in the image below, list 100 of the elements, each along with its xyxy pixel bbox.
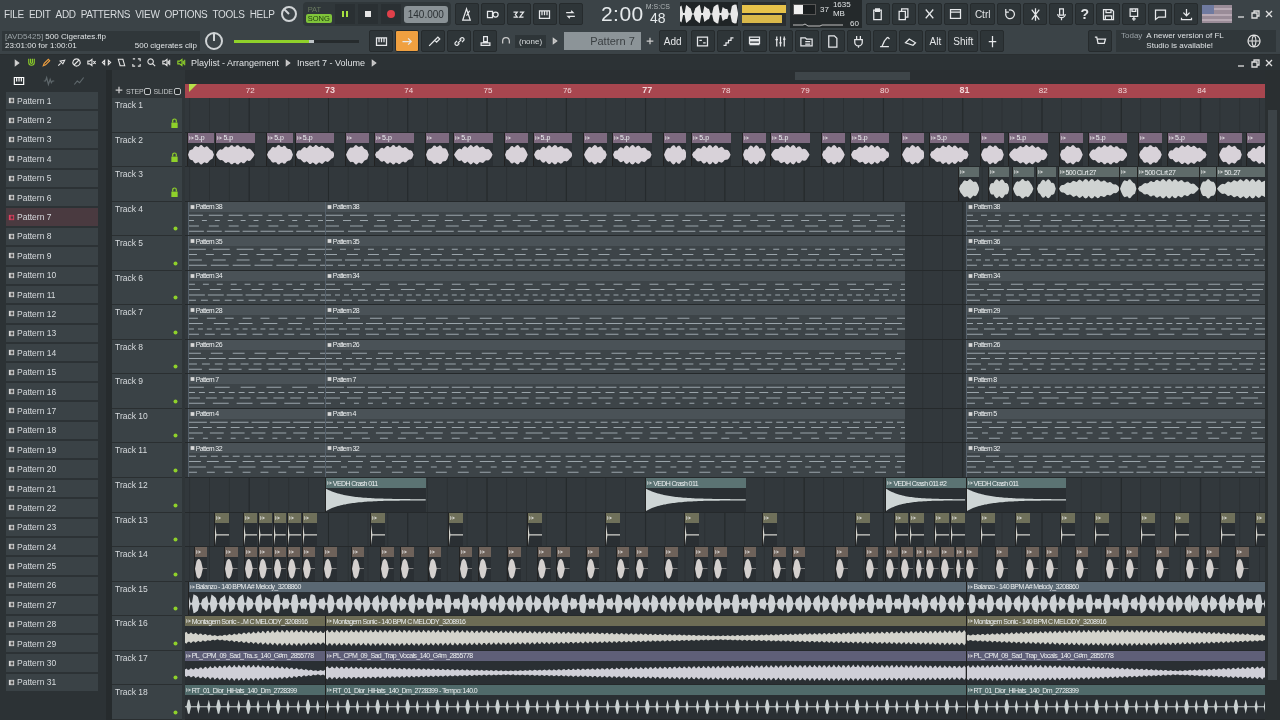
pattern-item[interactable]: Pattern 3	[6, 130, 98, 149]
bar-number: 72	[245, 86, 255, 96]
track-name: Track 12	[115, 480, 148, 490]
track-header[interactable]: Track 17	[112, 650, 182, 686]
pattern-name: Pattern 8	[17, 231, 52, 242]
pattern-item[interactable]: Pattern 11	[6, 285, 98, 304]
pattern-item[interactable]: Pattern 30	[6, 654, 98, 672]
pattern-item[interactable]: Pattern 26	[6, 576, 98, 595]
track-header[interactable]: Track 2	[112, 132, 182, 168]
track-name: Track 13	[115, 514, 148, 525]
project-id: [AVD5425]	[5, 32, 44, 41]
pattern-name: Pattern 17	[17, 405, 57, 416]
pattern-item[interactable]: Pattern 27	[6, 596, 98, 614]
pattern-name: Pattern 21	[17, 483, 57, 494]
pattern-item[interactable]: Pattern 25	[6, 557, 98, 575]
pattern-name: Pattern 25	[17, 561, 57, 572]
menu-item[interactable]: TOOLS	[212, 8, 245, 20]
pattern-item[interactable]: Pattern 17	[6, 402, 98, 420]
track-header[interactable]: Track 9	[112, 374, 182, 409]
pattern-item[interactable]: Pattern 23	[6, 518, 98, 536]
time-ruler[interactable]: 72 73 74 75 76 77 78 79 80 81 82 83 84	[185, 84, 1265, 98]
pattern-item[interactable]: Pattern 16	[6, 382, 98, 401]
pattern-dropdown[interactable]: (none)	[515, 34, 547, 48]
track-name: Track 11	[115, 445, 148, 456]
track-header[interactable]: Track 18	[112, 685, 182, 720]
menu-item[interactable]: PATTERNS	[80, 8, 131, 20]
bar-number: 78	[721, 86, 731, 96]
menu-item[interactable]: OPTIONS	[164, 8, 208, 20]
track-header[interactable]: Track 5	[112, 236, 182, 271]
track-name: Track 2	[115, 134, 144, 145]
track-name: Track 14	[115, 549, 148, 560]
pattern-item[interactable]: Pattern 15	[6, 363, 98, 381]
breadcrumb-link[interactable]: Insert 7 - Volume	[297, 57, 366, 68]
pattern-name: Pattern 18	[17, 425, 57, 436]
pattern-name: Pattern 22	[17, 502, 57, 513]
pattern-item[interactable]: Pattern 28	[6, 615, 98, 633]
menu-item[interactable]: EDIT	[28, 8, 51, 20]
memory-usage: 1635 MB	[832, 0, 852, 18]
pattern-name: Pattern 3	[17, 134, 52, 145]
track-header[interactable]: Track 12	[112, 478, 182, 513]
pattern-name: Pattern 14	[17, 347, 57, 358]
track-header[interactable]: Track 1	[112, 98, 182, 133]
voice-count: 37	[819, 4, 829, 14]
pattern-item[interactable]: Pattern 31	[6, 673, 98, 692]
pattern-name: Pattern 10	[17, 270, 57, 281]
track-header[interactable]: Track 14	[112, 547, 182, 582]
pattern-item[interactable]: Pattern 2	[6, 111, 98, 129]
pattern-name: Pattern 5	[17, 173, 52, 184]
track-header[interactable]: Track 8	[112, 339, 182, 375]
pattern-name: Pattern 9	[17, 250, 52, 261]
pattern-item[interactable]: Pattern 20	[6, 460, 98, 478]
pattern-item[interactable]: Pattern 9	[6, 247, 98, 265]
pattern-item[interactable]: Pattern 7	[6, 208, 98, 226]
menu-item[interactable]: ADD	[55, 8, 76, 20]
pattern-item[interactable]: Pattern 24	[6, 538, 98, 556]
track-name: Track 10	[115, 410, 148, 421]
shift-button[interactable]: Shift	[948, 30, 979, 52]
pattern-name: Pattern 6	[17, 192, 52, 203]
track-header[interactable]: Track 4	[112, 201, 182, 237]
track-header[interactable]: Track 11	[112, 443, 182, 478]
pattern-item[interactable]: Pattern 1	[6, 92, 98, 110]
pattern-item[interactable]: Pattern 22	[6, 499, 98, 517]
menu-item[interactable]: VIEW	[135, 8, 160, 20]
pattern-item[interactable]: Pattern 13	[6, 324, 98, 343]
track-header[interactable]: Track 15	[112, 581, 182, 617]
pattern-item[interactable]: Pattern 5	[6, 169, 98, 187]
pattern-item[interactable]: Pattern 8	[6, 227, 98, 246]
alt-button[interactable]: Alt	[924, 30, 947, 52]
pattern-item[interactable]: Pattern 29	[6, 634, 98, 653]
track-header[interactable]: Track 3	[112, 167, 182, 202]
ctrl-button[interactable]: Ctrl	[969, 3, 996, 25]
pattern-item[interactable]: Pattern 14	[6, 344, 98, 362]
news-panel[interactable]: Today A newer version of FL Studio is available!	[1116, 30, 1276, 52]
song-position: 23:01:00 for 1:00:01	[5, 41, 77, 50]
pattern-item[interactable]: Pattern 19	[6, 441, 98, 459]
pattern-item[interactable]: Pattern 4	[6, 150, 98, 168]
track-header[interactable]: Track 13	[112, 512, 182, 548]
track-header[interactable]: Track 10	[112, 408, 182, 444]
news-date: Today	[1121, 31, 1143, 41]
track-header[interactable]: Track 7	[112, 305, 182, 340]
help-button[interactable]: ?	[1075, 3, 1094, 25]
pattern-item[interactable]: Pattern 10	[6, 266, 98, 284]
pattern-name: Pattern 30	[17, 658, 57, 668]
pattern-item[interactable]: Pattern 6	[6, 188, 98, 207]
add-button[interactable]: Add	[658, 30, 687, 52]
track-header[interactable]: Track 16	[112, 616, 182, 651]
tempo-field[interactable]: 140.000	[403, 5, 448, 23]
pattern-name: Pattern 1	[17, 95, 52, 106]
pattern-name: Pattern 31	[17, 677, 57, 688]
pattern-name: Pattern 19	[17, 444, 57, 455]
track-name: Track 5	[115, 238, 144, 249]
pattern-item[interactable]: Pattern 12	[6, 305, 98, 323]
track-header[interactable]: Track 6	[112, 270, 182, 306]
pattern-item[interactable]: Pattern 21	[6, 479, 98, 498]
pattern-selector[interactable]: Pattern 7	[564, 32, 641, 50]
time-seconds: 48	[650, 10, 666, 26]
menu-item[interactable]: HELP	[249, 8, 275, 20]
menu-item[interactable]: FILE	[4, 8, 24, 20]
pattern-name: Pattern 29	[17, 638, 57, 649]
pattern-item[interactable]: Pattern 18	[6, 421, 98, 440]
